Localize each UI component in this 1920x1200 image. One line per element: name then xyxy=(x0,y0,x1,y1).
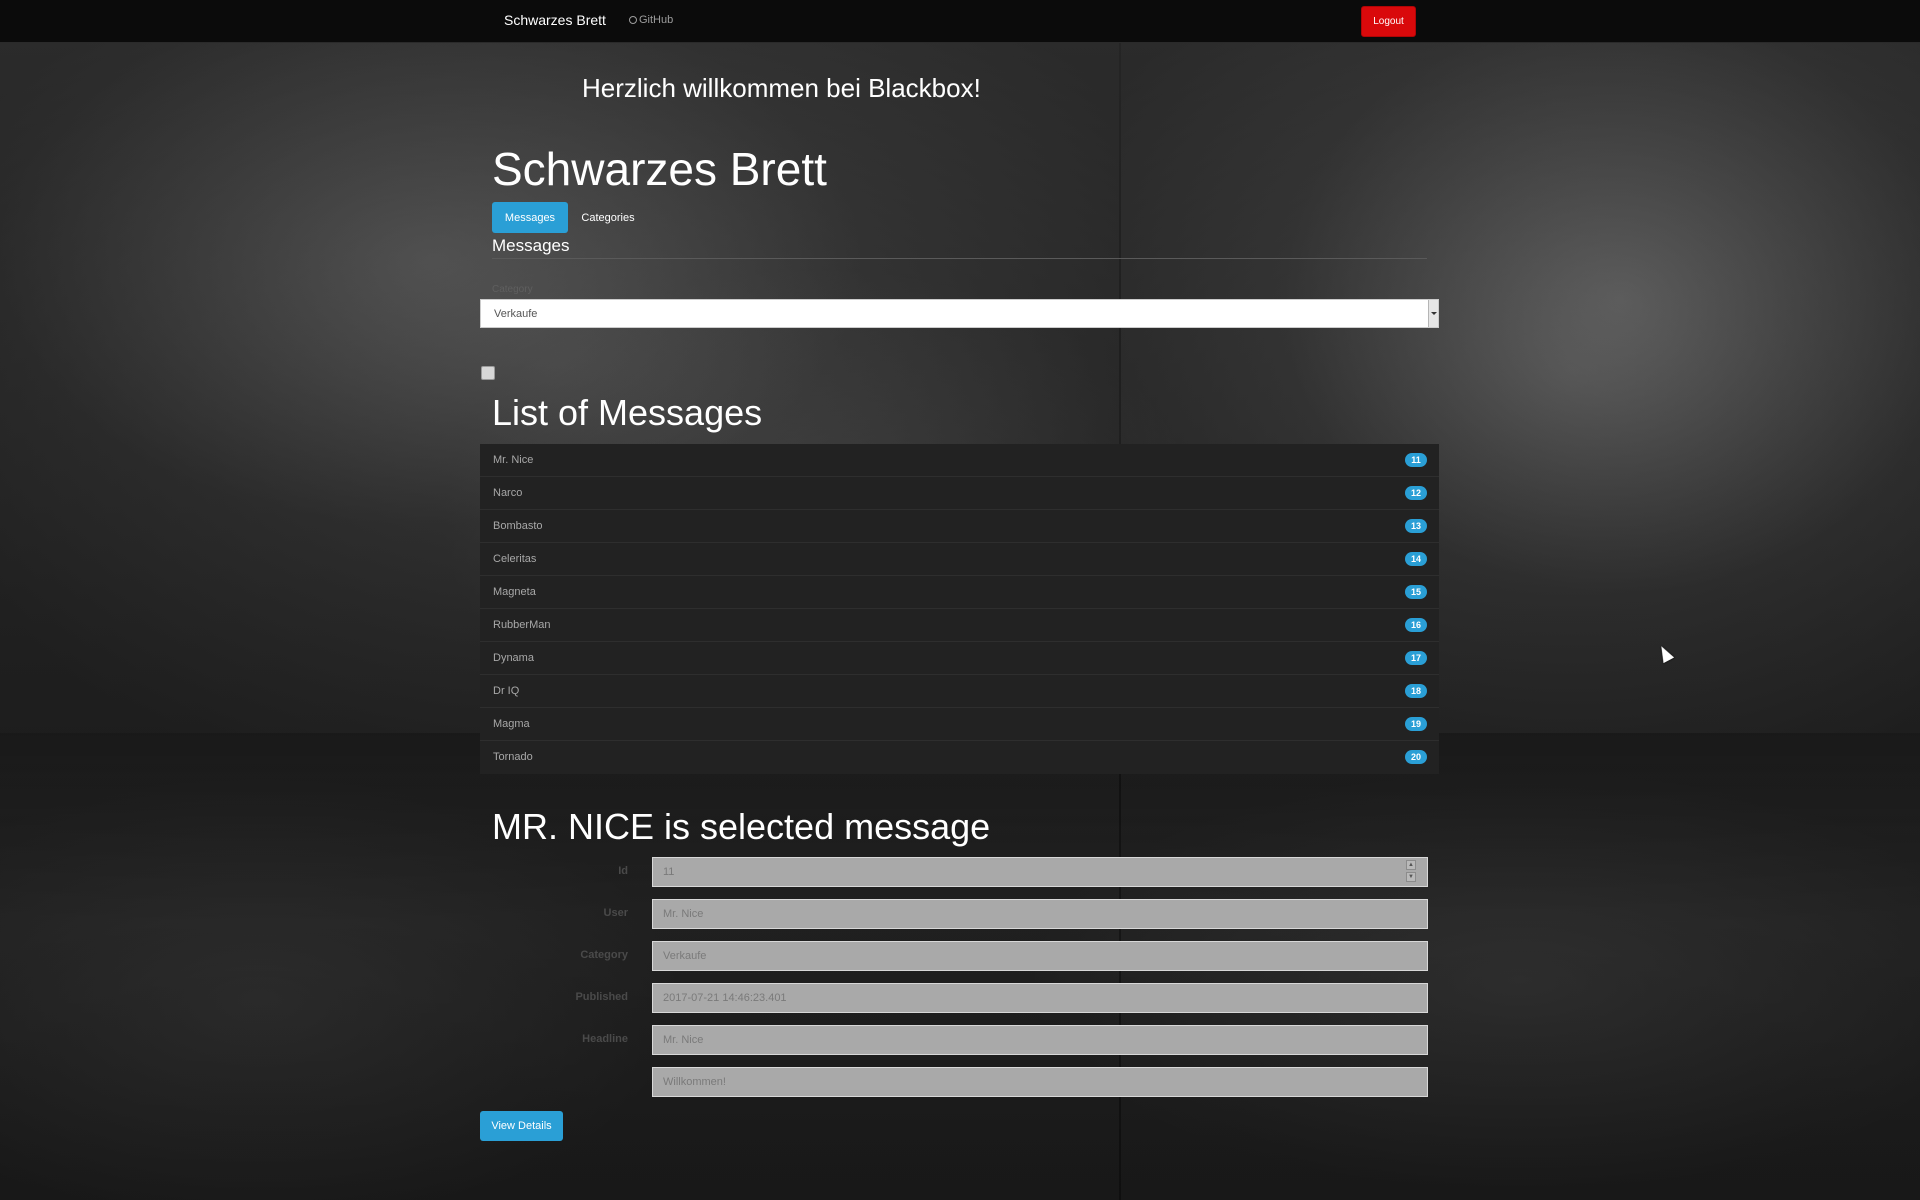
list-item[interactable]: Mr. Nice 11 xyxy=(480,444,1439,477)
message-name: Mr. Nice xyxy=(493,454,534,466)
message-list: Mr. Nice 11 Narco 12 Bombasto 13 Celerit… xyxy=(480,444,1439,774)
message-id-badge: 16 xyxy=(1405,618,1427,632)
form-row-headline: Headline xyxy=(480,1025,1428,1055)
user-label: User xyxy=(603,907,628,919)
selected-message-title: MR. NICE is selected message xyxy=(492,806,991,847)
message-name: Magma xyxy=(493,718,530,730)
list-item[interactable]: Narco 12 xyxy=(480,477,1439,510)
form-row-category: Category xyxy=(480,941,1428,971)
logout-button[interactable]: Logout xyxy=(1361,6,1416,37)
main-content: Herzlich willkommen bei Blackbox! Schwar… xyxy=(0,0,1920,1200)
id-stepper[interactable]: ▲ ▼ xyxy=(1406,860,1416,882)
section-divider xyxy=(492,258,1427,259)
tab-messages[interactable]: Messages xyxy=(492,202,568,233)
message-id-badge: 20 xyxy=(1405,750,1427,764)
headline-field[interactable] xyxy=(652,1025,1428,1055)
message-field[interactable] xyxy=(652,1067,1428,1097)
message-id-badge: 19 xyxy=(1405,717,1427,731)
category-field[interactable] xyxy=(652,941,1428,971)
message-id-badge: 18 xyxy=(1405,684,1427,698)
message-name: Celeritas xyxy=(493,553,537,565)
user-field[interactable] xyxy=(652,899,1428,929)
list-item[interactable]: Bombasto 13 xyxy=(480,510,1439,543)
category-select[interactable]: Verkaufe xyxy=(480,299,1439,328)
list-item[interactable]: Dr IQ 18 xyxy=(480,675,1439,708)
published-label: Published xyxy=(575,991,628,1003)
view-details-button[interactable]: View Details xyxy=(480,1111,563,1141)
message-name: Dr IQ xyxy=(493,685,520,697)
id-field[interactable] xyxy=(652,857,1428,887)
list-item[interactable]: RubberMan 16 xyxy=(480,609,1439,642)
message-name: Tornado xyxy=(493,751,533,763)
github-link-label: GitHub xyxy=(639,14,674,26)
stepper-down-icon[interactable]: ▼ xyxy=(1406,872,1416,882)
top-navbar: Schwarzes Brett GitHub Logout xyxy=(0,0,1920,43)
message-id-badge: 12 xyxy=(1405,486,1427,500)
message-name: Dynama xyxy=(493,652,534,664)
list-title: List of Messages xyxy=(492,392,763,433)
list-item[interactable]: Tornado 20 xyxy=(480,741,1439,774)
message-name: Bombasto xyxy=(493,520,543,532)
filter-checkbox[interactable] xyxy=(481,366,495,380)
message-name: Magneta xyxy=(493,586,536,598)
github-icon xyxy=(629,16,637,24)
welcome-heading: Herzlich willkommen bei Blackbox! xyxy=(582,73,981,103)
navbar-brand[interactable]: Schwarzes Brett xyxy=(504,12,606,28)
page-title: Schwarzes Brett xyxy=(492,143,827,195)
message-id-badge: 11 xyxy=(1405,453,1427,467)
form-row-user: User xyxy=(480,899,1428,929)
id-label: Id xyxy=(618,865,628,877)
published-field[interactable] xyxy=(652,983,1428,1013)
message-id-badge: 13 xyxy=(1405,519,1427,533)
form-row-id: Id ▲ ▼ xyxy=(480,857,1428,887)
chevron-down-icon[interactable] xyxy=(1428,300,1438,327)
list-item[interactable]: Celeritas 14 xyxy=(480,543,1439,576)
list-item[interactable]: Dynama 17 xyxy=(480,642,1439,675)
form-row-published: Published xyxy=(480,983,1428,1013)
section-title: Messages xyxy=(492,236,570,255)
category-label: Category xyxy=(580,949,628,961)
message-name: Narco xyxy=(493,487,523,499)
message-id-badge: 17 xyxy=(1405,651,1427,665)
headline-label: Headline xyxy=(582,1033,628,1045)
message-id-badge: 14 xyxy=(1405,552,1427,566)
github-link[interactable]: GitHub xyxy=(629,14,673,26)
list-item[interactable]: Magneta 15 xyxy=(480,576,1439,609)
form-row-message xyxy=(480,1067,1428,1097)
category-select-value: Verkaufe xyxy=(494,308,538,320)
category-filter-label: Category xyxy=(492,284,533,295)
list-item[interactable]: Magma 19 xyxy=(480,708,1439,741)
message-id-badge: 15 xyxy=(1405,585,1427,599)
tab-categories[interactable]: Categories xyxy=(576,202,640,233)
message-name: RubberMan xyxy=(493,619,551,631)
stepper-up-icon[interactable]: ▲ xyxy=(1406,860,1416,870)
